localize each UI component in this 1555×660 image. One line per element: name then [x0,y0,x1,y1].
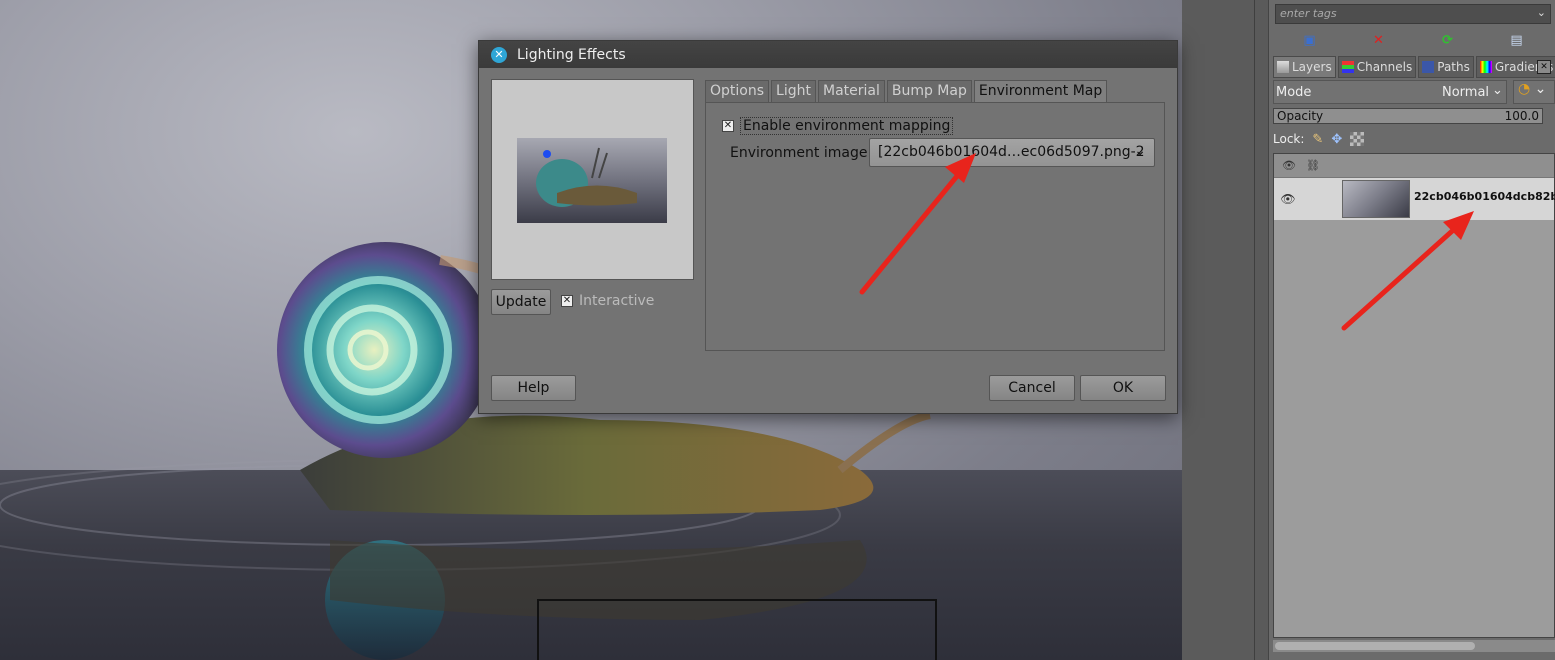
tab-material[interactable]: Material [817,80,885,102]
ok-label: OK [1112,380,1134,396]
tags-placeholder: enter tags [1280,7,1337,20]
dialog-title: Lighting Effects [517,46,626,63]
tab-bump-map[interactable]: Bump Map [886,80,972,102]
layer-row[interactable]: 👁 22cb046b01604dcb82b5e [1274,178,1555,220]
edit-icon[interactable]: ▣ [1299,30,1321,50]
dock-tabs: Layers Channels Paths Gradients [1273,56,1555,78]
brush-toolbar: ▣ ✕ ⟳ ▤ [1275,28,1551,52]
tab-light[interactable]: Light [771,80,816,102]
layer-name[interactable]: 22cb046b01604dcb82b5e [1414,190,1555,203]
preview-snail-image [536,147,637,207]
lock-label: Lock: [1273,132,1305,146]
chevron-down-icon: ⌄ [1134,143,1146,159]
chevron-down-icon: ⌄ [1534,81,1547,97]
tab-options[interactable]: Options [705,80,770,102]
dock-separator [1182,0,1270,660]
composite-icon: ◔ [1518,81,1531,97]
close-icon[interactable]: ✕ [491,46,507,63]
env-image-value: [22cb046b01604d…ec06d5097.png-2 [878,144,1145,160]
ok-button[interactable]: OK [1080,375,1166,401]
light-preview[interactable] [491,79,694,280]
tab-layers[interactable]: Layers [1273,56,1336,78]
help-button[interactable]: Help [491,375,576,401]
lock-pixels-icon[interactable]: ✎ [1312,132,1323,147]
mode-value: Normal [1442,85,1490,100]
tab-paths[interactable]: Paths [1418,56,1474,78]
visibility-eye-icon[interactable]: 👁 [1274,192,1302,206]
opacity-slider[interactable]: Opacity 100.0 [1273,108,1543,124]
tab-label: Layers [1292,60,1332,74]
mode-select[interactable]: Mode Normal ⌄ [1273,80,1507,104]
enable-env-checkbox[interactable]: ✕ [722,120,734,132]
tab-label: Channels [1356,60,1413,74]
lock-alpha-icon[interactable] [1350,132,1365,146]
horizontal-scrollbar[interactable] [1273,640,1555,652]
env-image-label: Environment image: [730,145,873,161]
chain-icon: ⛓ [1305,159,1320,172]
notebook-tabs: Options Light Material Bump Map Environm… [705,80,1109,102]
lock-position-icon[interactable]: ✥ [1331,132,1342,147]
opacity-label: Opacity [1277,109,1324,123]
paths-icon [1422,61,1435,73]
tab-label: Paths [1437,60,1470,74]
close-tab-icon[interactable]: ✕ [1537,60,1551,74]
preview-image [517,138,667,223]
env-image-select[interactable]: [22cb046b01604d…ec06d5097.png-2 ⌄ [869,138,1155,167]
interactive-checkbox[interactable]: ✕ [561,295,573,307]
lighting-effects-dialog: ✕ Lighting Effects Update ✕ Interactive … [478,40,1178,414]
gradients-icon [1479,61,1492,73]
selection-rectangle [537,599,937,660]
cancel-label: Cancel [1008,380,1056,396]
blend-mode-button[interactable]: ◔ ⌄ [1513,80,1555,104]
eye-icon: 👁 [1282,159,1296,172]
tags-input[interactable]: enter tags ⌄ [1275,4,1551,24]
save-icon[interactable]: ▤ [1506,30,1528,50]
enable-env-label[interactable]: Enable environment mapping [740,117,954,135]
layers-list: 👁 ⛓ 👁 22cb046b01604dcb82b5e [1273,153,1555,638]
environment-map-panel: ✕ Enable environment mapping Environment… [705,102,1165,351]
light-position-dot[interactable] [543,150,551,158]
layers-dock: enter tags ⌄ ▣ ✕ ⟳ ▤ Layers Channels Pat… [1268,0,1555,660]
layers-icon [1277,61,1289,73]
refresh-icon[interactable]: ⟳ [1437,30,1459,50]
tab-environment-map[interactable]: Environment Map [973,80,1108,102]
help-label: Help [517,380,550,396]
layer-thumbnail [1342,180,1410,218]
channels-icon [1341,61,1354,73]
mode-label: Mode [1276,85,1312,100]
cancel-button[interactable]: Cancel [989,375,1075,401]
layers-header: 👁 ⛓ [1274,154,1554,178]
interactive-label: Interactive [579,293,655,309]
chevron-down-icon[interactable]: ⌄ [1537,6,1546,19]
opacity-value: 100.0 [1504,109,1539,123]
dialog-titlebar: ✕ Lighting Effects [479,41,1177,68]
chevron-down-icon: ⌄ [1492,83,1503,98]
mode-row: Mode Normal ⌄ ◔ ⌄ [1273,80,1555,104]
delete-icon[interactable]: ✕ [1368,30,1390,50]
tab-channels[interactable]: Channels [1337,56,1417,78]
lock-row: Lock: ✎ ✥ [1273,130,1365,148]
separator-line [1254,0,1255,660]
update-label: Update [495,294,547,310]
scrollbar-thumb[interactable] [1275,642,1475,650]
update-button[interactable]: Update [491,289,551,315]
